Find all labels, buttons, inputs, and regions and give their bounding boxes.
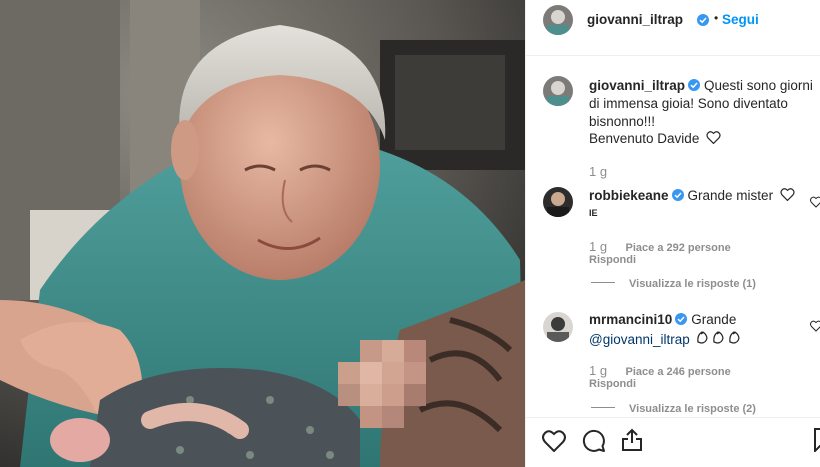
comment-item: mrmancini10 Grande @giovanni_iltrap 1 g P…: [526, 310, 820, 420]
verified-badge-icon: [697, 13, 709, 26]
post-sidebar: giovanni_iltrap • Segui giovanni_iltrap Q…: [525, 0, 820, 467]
comment-username[interactable]: mrmancini10: [589, 312, 672, 327]
view-replies[interactable]: Visualizza le risposte (1): [591, 274, 756, 292]
verified-badge-icon: [675, 313, 688, 325]
comment-username[interactable]: robbiekeane: [589, 188, 669, 203]
action-bar: [526, 418, 820, 467]
post-image: [0, 0, 525, 467]
view-replies-label: Visualizza le risposte (1): [629, 278, 756, 290]
comment-time: 1 g: [589, 363, 608, 378]
comment-icon[interactable]: [582, 429, 606, 453]
post-photo[interactable]: [0, 0, 525, 467]
caption-line2: Benvenuto Davide: [589, 131, 700, 146]
replies-line: [591, 282, 615, 284]
comment-mention-row: @giovanni_iltrap: [589, 330, 744, 349]
replies-line: [591, 407, 615, 409]
comment-text-row: mrmancini10 Grande: [589, 311, 736, 329]
comment-avatar[interactable]: [543, 187, 573, 217]
header-username[interactable]: giovanni_iltrap: [587, 12, 683, 27]
view-replies[interactable]: Visualizza le risposte (2): [591, 399, 756, 417]
comment-item: robbiekeane Grande mister IE 1 g Piace a …: [526, 184, 820, 292]
view-replies-label: Visualizza le risposte (2): [629, 403, 756, 415]
comment-text: Grande mister: [687, 188, 774, 203]
comment-likes[interactable]: Piace a 292 persone: [626, 242, 731, 254]
like-comment-icon[interactable]: [810, 320, 820, 332]
caption-line2-row: Benvenuto Davide: [589, 130, 721, 148]
like-comment-icon[interactable]: [810, 196, 820, 208]
avatar[interactable]: [543, 5, 573, 35]
verified-badge-icon: [688, 79, 701, 91]
follow-button[interactable]: Segui: [722, 12, 759, 27]
caption-avatar[interactable]: [543, 76, 573, 106]
heart-emoji-icon: [706, 131, 721, 145]
caption-time: 1 g: [589, 164, 608, 179]
verified-badge-icon: [671, 189, 684, 201]
caption-username[interactable]: giovanni_iltrap: [589, 78, 685, 93]
comment-time: 1 g: [589, 239, 608, 254]
post-header: giovanni_iltrap • Segui: [526, 0, 820, 40]
header-divider: [526, 55, 820, 56]
mention-link[interactable]: @giovanni_iltrap: [589, 332, 690, 347]
clap-icon: [696, 331, 744, 347]
share-icon[interactable]: [621, 428, 643, 452]
comment-likes[interactable]: Piace a 246 persone: [626, 366, 731, 378]
flag-text: IE: [589, 208, 598, 218]
heart-emoji-icon: [780, 188, 795, 202]
reply-button[interactable]: Rispondi: [589, 254, 636, 266]
header-dot: •: [714, 11, 719, 25]
bookmark-icon[interactable]: [814, 428, 820, 452]
caption-text-block: giovanni_iltrap Questi sono giorni di imm…: [589, 77, 814, 131]
comment-text-row: robbiekeane Grande mister: [589, 187, 795, 205]
comment-avatar[interactable]: [543, 312, 573, 342]
reply-button[interactable]: Rispondi: [589, 378, 636, 390]
comment-text: Grande: [691, 312, 737, 327]
heart-icon[interactable]: [542, 430, 566, 452]
